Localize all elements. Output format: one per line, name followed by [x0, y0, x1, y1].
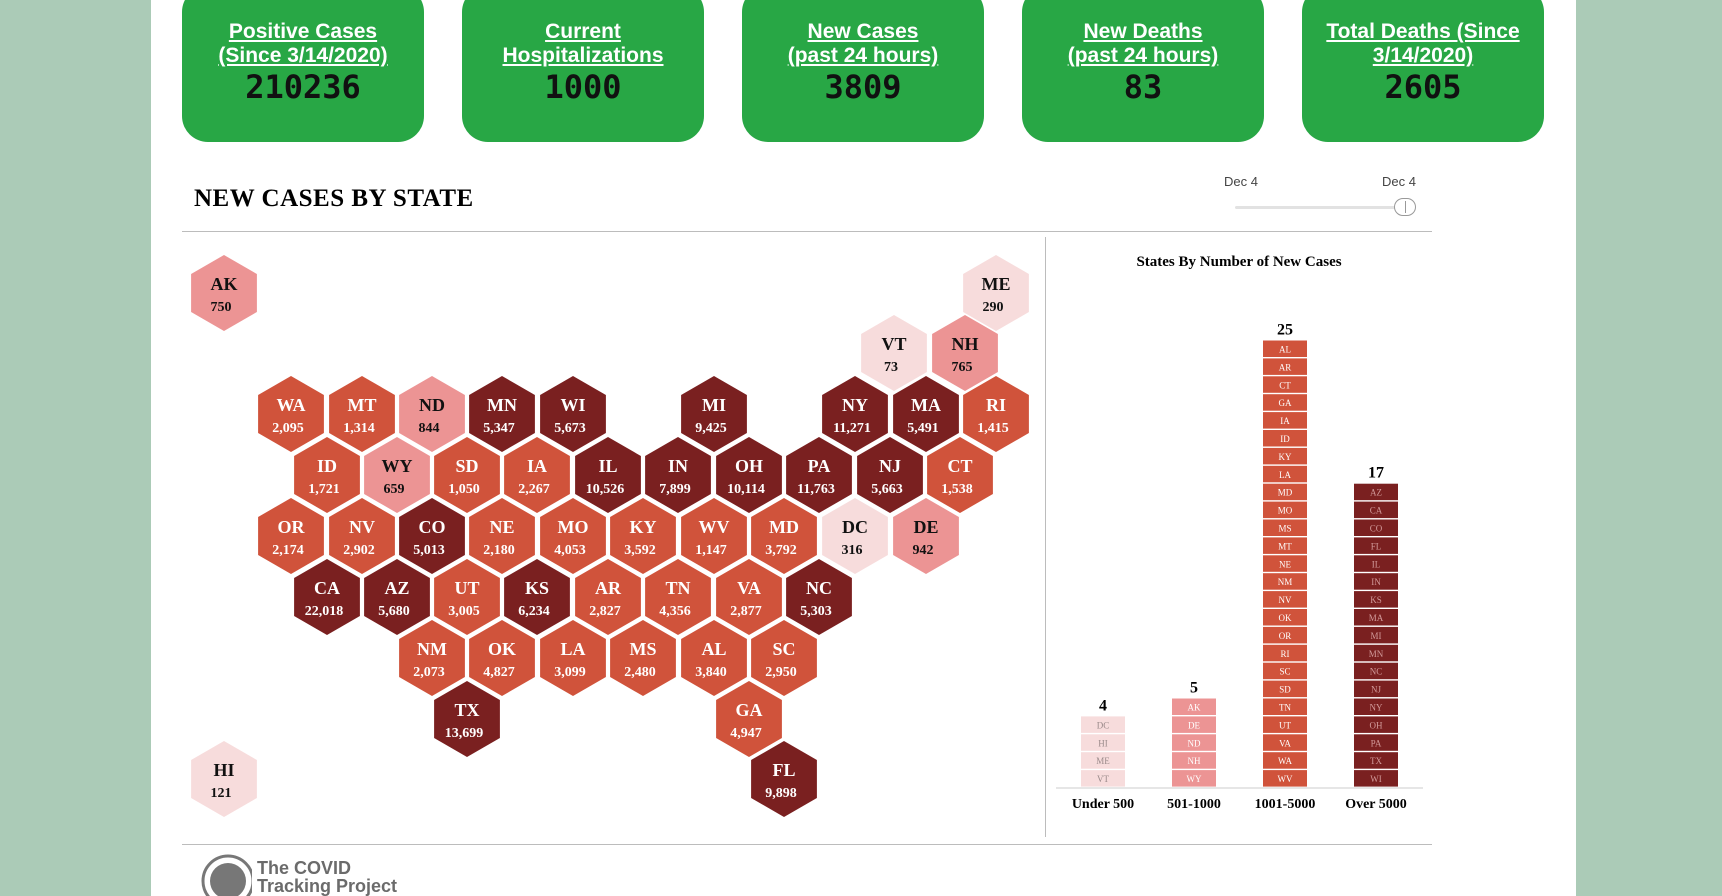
bar-segment-label: CA — [1370, 506, 1383, 516]
bar-segment-label: ID — [1280, 434, 1290, 444]
dashboard-panel: Positive Cases (Since 3/14/2020) 210236 … — [151, 0, 1576, 896]
bar-segment-label: AZ — [1370, 488, 1382, 498]
bar-segment-label: CO — [1370, 524, 1383, 534]
bar-segment-label: KY — [1279, 452, 1292, 462]
bar-segment-label: OH — [1370, 720, 1383, 730]
bar-501-1000: AK DE ND NH WY — [1172, 698, 1216, 787]
bar-segment-label: RI — [1281, 649, 1290, 659]
bar-segment-label: IL — [1372, 559, 1381, 569]
bar-segment-label: IA — [1280, 416, 1290, 426]
bar-segment-label: MI — [1371, 631, 1382, 641]
bar-segment-label: MA — [1369, 613, 1384, 623]
bar-segment-label: MN — [1369, 649, 1384, 659]
bar-segment-label: WI — [1370, 774, 1382, 784]
bar-segment-label: GA — [1279, 398, 1292, 408]
bar-segment-label: SD — [1279, 685, 1291, 695]
bar-segment-label: NC — [1370, 667, 1383, 677]
bar-segment-label: WY — [1187, 774, 1202, 784]
bar-segment-label: AK — [1188, 703, 1201, 713]
bar-chart-title: States By Number of New Cases — [1136, 254, 1341, 270]
bar-segment-label: LA — [1279, 470, 1291, 480]
bar-segment-label: SC — [1279, 667, 1290, 677]
bar-segment-label: PA — [1371, 738, 1382, 748]
bar-category-label: 1001-5000 — [1255, 797, 1316, 812]
bar-segment-label: NJ — [1371, 685, 1381, 695]
bar-category-label: Under 500 — [1072, 797, 1134, 812]
bar-segment-label: MD — [1278, 488, 1293, 498]
bar-segment-label: FL — [1371, 541, 1382, 551]
bar-count-label: 25 — [1277, 322, 1293, 339]
bar-count-label: 17 — [1368, 465, 1384, 482]
bar-segment-label: OR — [1279, 631, 1292, 641]
bar-segment-label: VA — [1279, 738, 1291, 748]
bar-segment-label: ME — [1096, 756, 1110, 766]
bar-segment-label: NM — [1278, 577, 1293, 587]
bar-segment-label: MT — [1278, 541, 1292, 551]
bar-segment-label: NE — [1279, 559, 1291, 569]
bar-category-label: 501-1000 — [1167, 797, 1221, 812]
bar-segment-label: NY — [1370, 703, 1383, 713]
bar-count-label: 5 — [1190, 680, 1198, 697]
bar-segment-label: KS — [1370, 595, 1382, 605]
bar-segment-label: CT — [1279, 380, 1291, 390]
footer-divider — [182, 844, 1432, 845]
bar-segment-label: OK — [1279, 613, 1292, 623]
bar-segment-label: IN — [1371, 577, 1381, 587]
bar-segment-label: WA — [1278, 756, 1292, 766]
cases-bar-chart: States By Number of New Cases DC HI ME VT 4 Un… — [1056, 254, 1423, 812]
bar-segment-label: WV — [1278, 774, 1293, 784]
bar-under-500: DC HI ME VT — [1081, 716, 1125, 787]
bar-segment-label: MS — [1278, 524, 1291, 534]
bar-segment-label: DE — [1188, 720, 1200, 730]
bar-1001-5000: AL AR CT GA IA ID KY LA MD MO MS MT NE NM NV OK OR RI SC SD… — [1263, 340, 1307, 787]
bar-segment-label: DC — [1097, 720, 1110, 730]
bar-segment-label: AR — [1279, 362, 1292, 372]
bar-category-label: Over 5000 — [1345, 797, 1407, 812]
logo-text: The COVID Tracking Project — [257, 858, 398, 896]
covid-tracking-logo-icon — [201, 854, 252, 896]
bar-segment-label: UT — [1279, 720, 1291, 730]
bar-segment-label: NH — [1188, 756, 1201, 766]
bar-segment-label: MO — [1278, 506, 1293, 516]
bar-over-5000: AZ CA CO FL IL IN KS MA MI MN NC NJ NY OH PA TX WI — [1354, 483, 1398, 787]
bar-segment-label: VT — [1097, 774, 1109, 784]
bar-count-label: 4 — [1099, 697, 1107, 714]
bar-segment-label: TX — [1370, 756, 1382, 766]
bar-segment-label: NV — [1279, 595, 1292, 605]
bar-segment-label: HI — [1098, 738, 1108, 748]
bar-segment-label: TN — [1279, 703, 1291, 713]
bar-segment-label: AL — [1279, 345, 1291, 355]
bar-segment-label: ND — [1188, 738, 1201, 748]
